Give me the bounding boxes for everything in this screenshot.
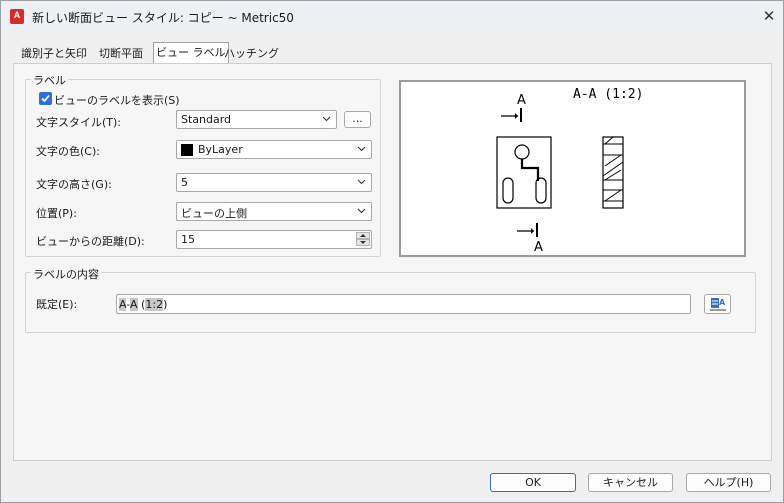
label-group-title: ラベル (31, 72, 68, 88)
chevron-down-icon (322, 116, 331, 122)
preview-title: A-A (1:2) (573, 87, 643, 102)
spinner-arrows[interactable] (356, 232, 370, 247)
position-label: 位置(P): (36, 207, 77, 220)
chevron-down-icon (357, 179, 366, 185)
color-swatch (181, 144, 193, 156)
autocad-app-icon: A (10, 9, 24, 24)
distance-value: 15 (181, 233, 195, 246)
preview-drawing: A-A (1:2) A A (496, 87, 643, 255)
distance-label: ビューからの距離(D): (36, 235, 145, 248)
spin-down-icon[interactable] (356, 239, 370, 246)
text-style-value: Standard (181, 113, 232, 126)
show-label-checkbox-label[interactable]: ビューのラベルを表示(S) (54, 92, 180, 108)
text-style-label: 文字スタイル(T): (36, 116, 122, 129)
text-height-label: 文字の高さ(G): (36, 178, 112, 191)
title-bar: A 新しい断面ビュー スタイル: コピー ~ Metric50 ✕ (1, 1, 783, 32)
top-arrow-icon (501, 108, 522, 122)
position-dropdown[interactable]: ビューの上側 (176, 202, 372, 221)
chevron-down-icon (357, 208, 366, 214)
position-value: ビューの上側 (181, 207, 247, 220)
checkmark-icon (41, 94, 50, 103)
tab-cutting-plane[interactable]: 切断平面 (99, 45, 143, 64)
text-color-label: 文字の色(C): (36, 145, 100, 158)
help-button[interactable]: ヘルプ(H) (686, 473, 771, 492)
dialog-window: A 新しい断面ビュー スタイル: コピー ~ Metric50 ✕ 識別子と矢印… (0, 0, 784, 503)
text-color-value: ByLayer (198, 143, 243, 156)
text-style-dropdown[interactable]: Standard (176, 110, 337, 129)
default-label-value: A-A (1:2) (119, 298, 168, 311)
field-insert-button[interactable]: A (704, 294, 731, 314)
svg-text:A: A (719, 298, 726, 307)
window-title: 新しい断面ビュー スタイル: コピー ~ Metric50 (32, 11, 294, 25)
label-preview: A-A (1:2) A A (399, 80, 746, 257)
text-style-browse-button[interactable]: ... (344, 111, 371, 128)
tab-view-label[interactable]: ビュー ラベル (153, 42, 229, 64)
preview-bottom-marker: A (534, 240, 543, 255)
close-icon[interactable]: ✕ (756, 4, 782, 28)
label-content-title: ラベルの内容 (31, 266, 101, 282)
bottom-arrow-icon (517, 223, 538, 237)
spin-up-icon[interactable] (356, 232, 370, 239)
tab-hatching[interactable]: ハッチング (224, 45, 279, 64)
default-label-text-field[interactable]: A-A (1:2) (116, 294, 691, 314)
show-label-checkbox[interactable] (39, 92, 52, 105)
default-label: 既定(E): (36, 298, 78, 311)
text-field-icon: A (710, 298, 726, 311)
tab-identifiers-and-arrows[interactable]: 識別子と矢印 (21, 45, 87, 64)
ok-button[interactable]: OK (490, 473, 576, 492)
text-color-dropdown[interactable]: ByLayer (176, 140, 372, 159)
tab-bar: 識別子と矢印 切断平面 ビュー ラベル ハッチング (1, 32, 783, 64)
part-view (496, 136, 552, 209)
cancel-button[interactable]: キャンセル (588, 473, 673, 492)
preview-top-marker: A (517, 93, 526, 108)
distance-spinner[interactable]: 15 (176, 230, 372, 249)
text-height-value: 5 (181, 176, 188, 189)
chevron-down-icon (357, 146, 366, 152)
text-height-dropdown[interactable]: 5 (176, 173, 372, 192)
section-view (602, 136, 624, 209)
